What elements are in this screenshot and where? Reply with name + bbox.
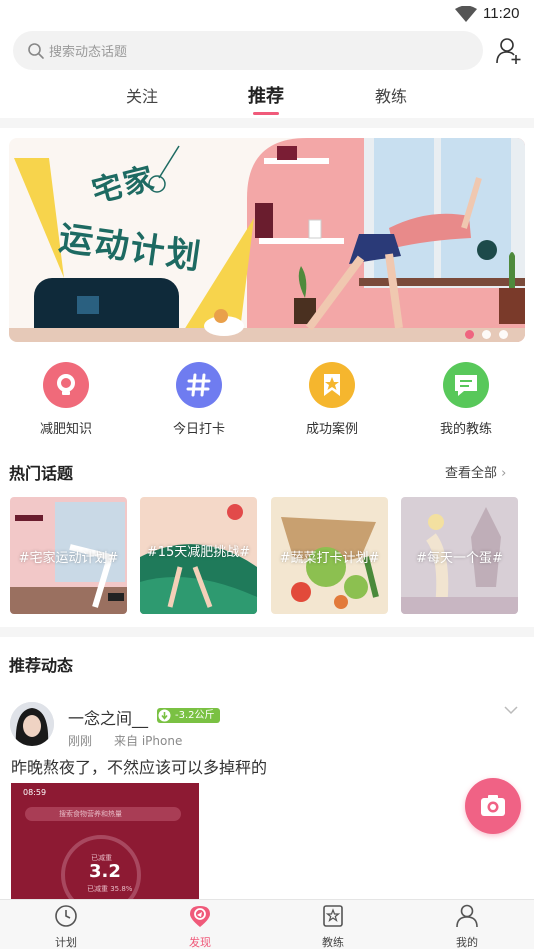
camera-icon bbox=[481, 795, 505, 816]
divider bbox=[0, 118, 534, 128]
recommend-title: 推荐动态 bbox=[9, 656, 74, 675]
status-time: 11:20 bbox=[483, 5, 520, 22]
arrow-down-icon bbox=[158, 709, 171, 722]
topic-card[interactable]: #15天减肥挑战# bbox=[140, 497, 257, 614]
wifi-icon bbox=[455, 6, 477, 22]
topic-label: #蔬菜打卡计划# bbox=[279, 551, 380, 566]
tab-active-indicator bbox=[253, 112, 279, 115]
nav-label: 计划 bbox=[55, 936, 77, 949]
post-username[interactable]: 一念之间__ bbox=[68, 705, 148, 729]
nav-discover[interactable]: 发现 bbox=[170, 904, 230, 949]
tab-recommend[interactable]: 推荐 bbox=[248, 82, 284, 108]
topic-card[interactable]: #宅家运动计划# bbox=[10, 497, 127, 614]
discover-icon bbox=[190, 906, 210, 927]
hashtag-icon bbox=[176, 362, 222, 408]
lightbulb-icon bbox=[43, 362, 89, 408]
post-time: 刚刚 bbox=[68, 734, 93, 748]
avatar[interactable] bbox=[10, 702, 54, 746]
post-image[interactable]: 08:59 搜索食物营养和热量 已减重 3.2 已减重 35.8% bbox=[11, 783, 199, 901]
badge-value: -3.2公斤 bbox=[175, 710, 215, 721]
post-source: 来自 iPhone bbox=[114, 734, 183, 748]
entry-success-cases[interactable]: 成功案例 bbox=[287, 362, 377, 437]
nav-label: 发现 bbox=[189, 936, 211, 949]
topic-label: #每天一个蛋# bbox=[416, 551, 503, 566]
topic-card[interactable]: #蔬菜打卡计划# bbox=[271, 497, 388, 614]
post-text: 昨晚熬夜了，不然应该可以多掉秤的 bbox=[11, 758, 268, 777]
view-all-link[interactable]: 查看全部 › bbox=[445, 462, 506, 481]
entry-my-coach[interactable]: 我的教练 bbox=[421, 362, 511, 437]
view-all-label: 查看全部 bbox=[445, 466, 498, 481]
nav-label: 教练 bbox=[322, 936, 344, 949]
banner-pagination bbox=[465, 324, 516, 342]
status-bar: 11:20 bbox=[0, 0, 534, 28]
camera-post-button[interactable] bbox=[465, 778, 521, 834]
post-image-clock: 08:59 bbox=[23, 788, 47, 797]
search-icon bbox=[28, 43, 44, 59]
person-icon bbox=[456, 904, 478, 928]
tab-coach[interactable]: 教练 bbox=[375, 83, 407, 107]
nav-me[interactable]: 我的 bbox=[437, 904, 497, 949]
topic-card[interactable]: #每天一个蛋# bbox=[401, 497, 518, 614]
topic-label: #15天减肥挑战# bbox=[146, 545, 251, 560]
nav-plan[interactable]: 计划 bbox=[36, 904, 96, 949]
divider bbox=[0, 627, 534, 637]
pagination-dot-active[interactable] bbox=[465, 330, 474, 339]
bookmark-star-icon bbox=[309, 362, 355, 408]
weight-loss-badge: -3.2公斤 bbox=[157, 708, 220, 723]
post-image-bottom-label: 已减重 35.8% bbox=[87, 885, 133, 893]
search-placeholder: 搜索动态话题 bbox=[49, 45, 128, 60]
entry-label: 成功案例 bbox=[305, 422, 358, 437]
feed-tabs: 关注 推荐 教练 bbox=[0, 78, 534, 118]
star-badge-icon bbox=[323, 905, 343, 927]
post-image-value: 3.2 bbox=[89, 861, 121, 882]
clock-icon bbox=[55, 905, 77, 927]
search-input[interactable]: 搜索动态话题 bbox=[13, 31, 483, 70]
quick-entries: 减肥知识 今日打卡 成功案例 我的教练 bbox=[0, 362, 534, 442]
message-icon bbox=[443, 362, 489, 408]
nav-label: 我的 bbox=[456, 936, 478, 949]
bottom-navigation: 计划 发现 教练 我的 bbox=[0, 899, 534, 949]
entry-label: 今日打卡 bbox=[172, 422, 225, 437]
add-friend-icon[interactable] bbox=[496, 37, 522, 65]
post-image-search: 搜索食物营养和热量 bbox=[59, 810, 122, 818]
chevron-down-icon[interactable] bbox=[503, 704, 519, 716]
hot-topics-title: 热门话题 bbox=[9, 464, 74, 483]
tab-follow[interactable]: 关注 bbox=[126, 83, 158, 107]
entry-label: 我的教练 bbox=[439, 422, 492, 437]
pagination-dot[interactable] bbox=[482, 330, 491, 339]
entry-label: 减肥知识 bbox=[39, 422, 92, 437]
entry-daily-checkin[interactable]: 今日打卡 bbox=[154, 362, 244, 437]
nav-coach[interactable]: 教练 bbox=[303, 904, 363, 949]
pagination-dot[interactable] bbox=[499, 330, 508, 339]
chevron-right-icon: › bbox=[501, 466, 507, 481]
entry-weight-loss-knowledge[interactable]: 减肥知识 bbox=[21, 362, 111, 437]
banner-carousel[interactable]: 宅家 运动计划 bbox=[9, 138, 525, 342]
topic-label: #宅家运动计划# bbox=[18, 551, 119, 566]
